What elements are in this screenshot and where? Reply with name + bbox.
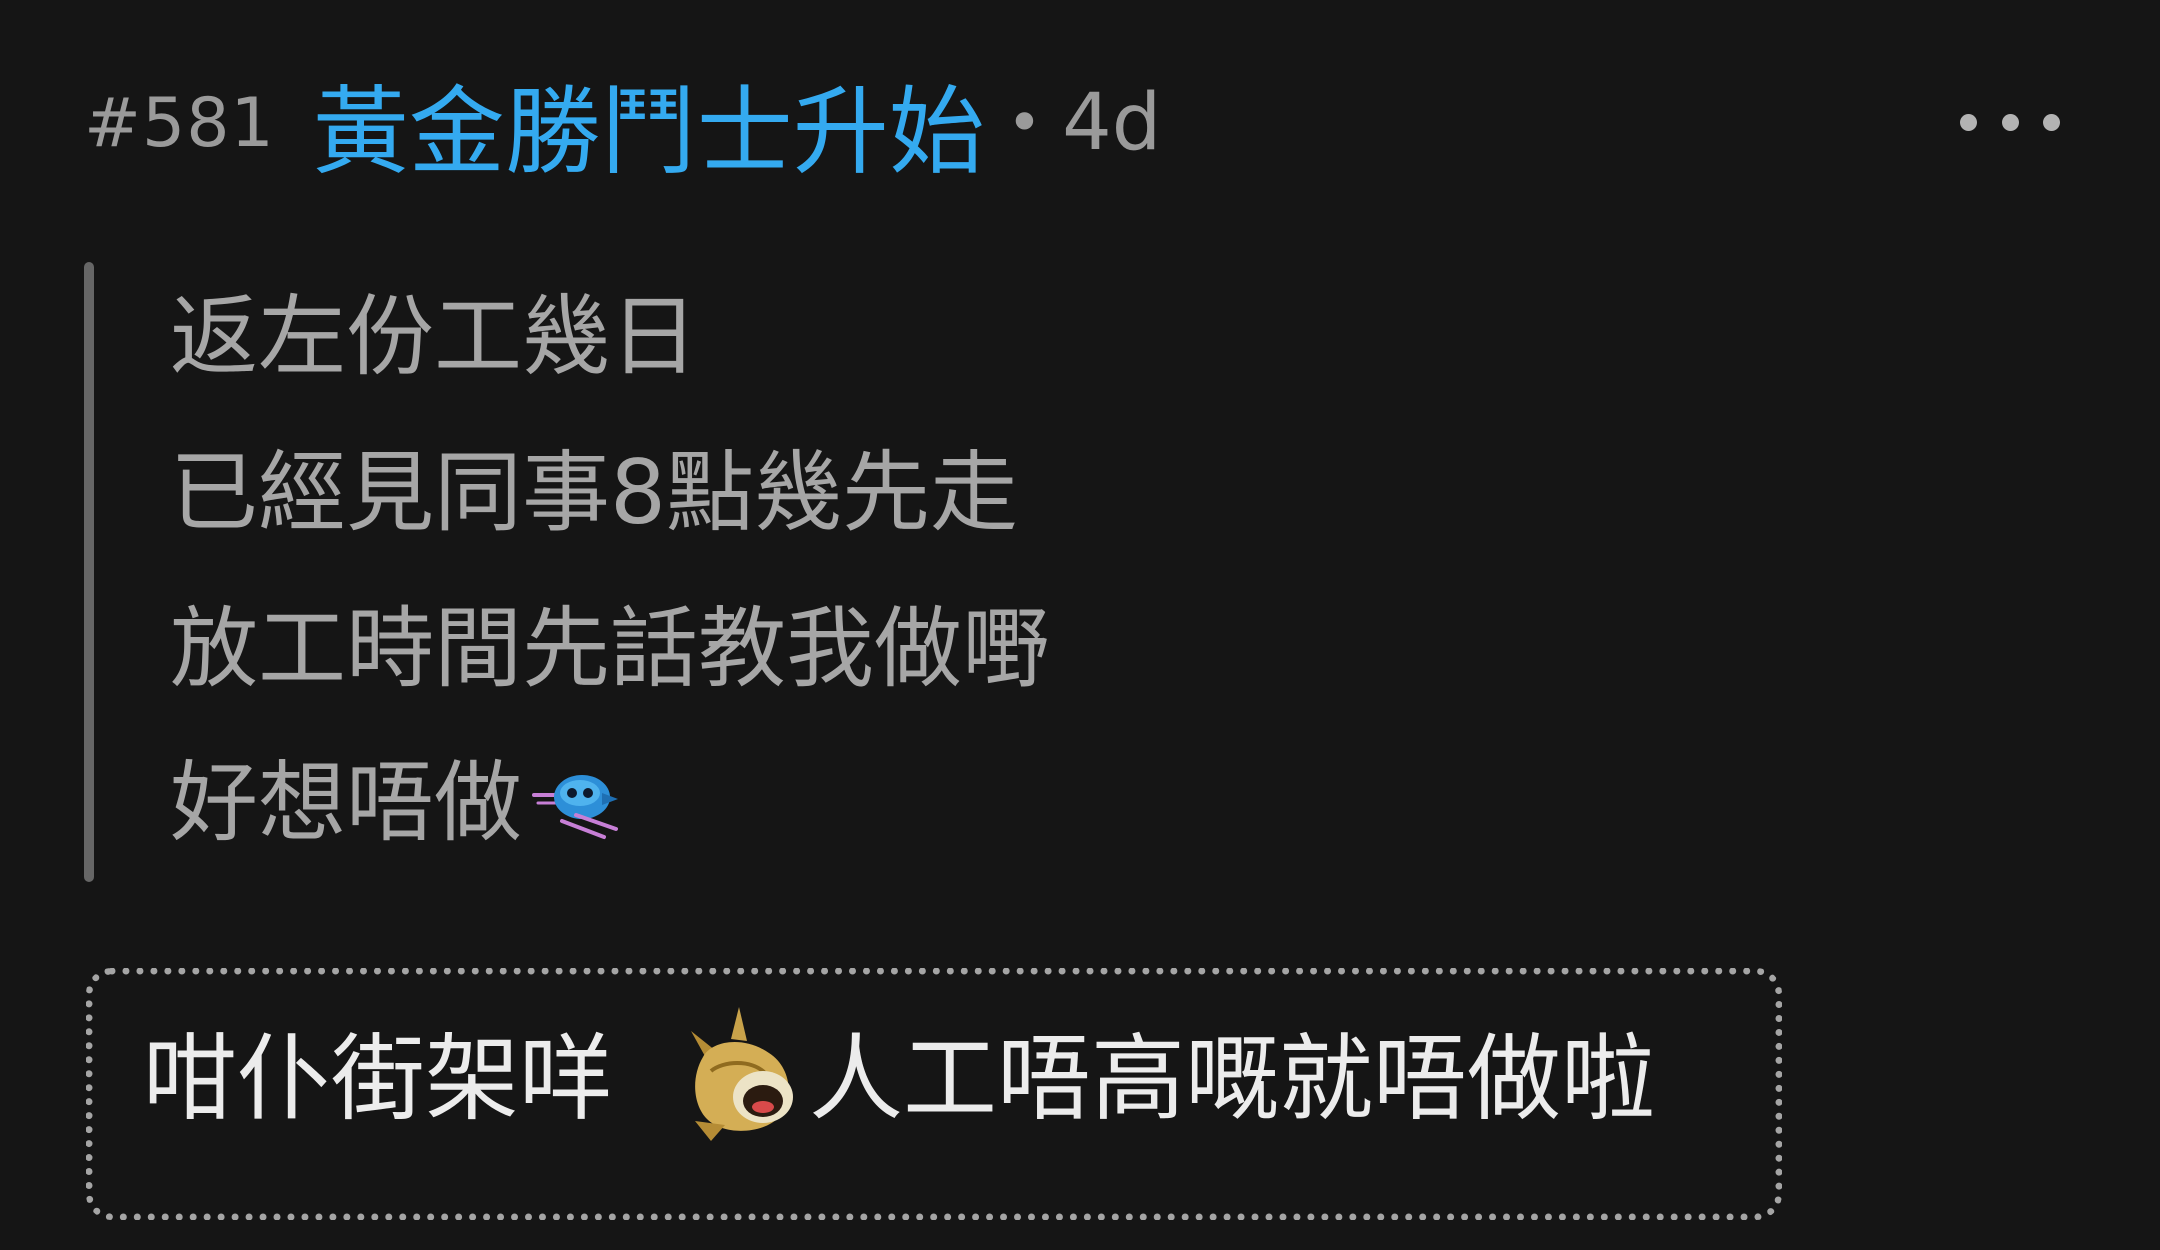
ellipsis-icon-dot <box>1960 113 1977 131</box>
more-options-button[interactable] <box>1960 100 2060 144</box>
ellipsis-icon-dot <box>2043 113 2060 131</box>
quote-line-with-emoji: 好想唔做 <box>170 748 628 858</box>
post-timestamp: 4d <box>1062 78 1162 168</box>
post-number[interactable]: #581 <box>84 84 275 163</box>
quote-line: 返左份工幾日 <box>170 285 699 388</box>
quote-line: 放工時間先話教我做嘢 <box>170 597 1051 700</box>
reply-message[interactable]: 咁仆街架咩 人工唔高嘅就唔做啦 <box>86 968 1782 1220</box>
blue-bird-sticker-icon <box>532 775 619 839</box>
reply-text-after: 人工唔高嘅就唔做啦 <box>809 1025 1656 1134</box>
post-header: #581 黃金勝鬥士升始 • 4d <box>84 58 1161 188</box>
quote-line-text: 好想唔做 <box>170 751 523 854</box>
golden-horse-sticker-icon <box>691 1007 793 1141</box>
ellipsis-icon-dot <box>2001 113 2019 131</box>
username-link[interactable]: 黃金勝鬥士升始 <box>313 54 985 193</box>
quoted-message[interactable]: 返左份工幾日 已經見同事8點幾先走 放工時間先話教我做嘢 好想唔做 <box>84 262 1384 882</box>
quote-bar <box>84 262 94 882</box>
quote-line: 已經見同事8點幾先走 <box>170 441 1018 544</box>
separator-dot: • <box>1006 88 1043 158</box>
reply-text-before: 咁仆街架咩 <box>143 1025 614 1134</box>
